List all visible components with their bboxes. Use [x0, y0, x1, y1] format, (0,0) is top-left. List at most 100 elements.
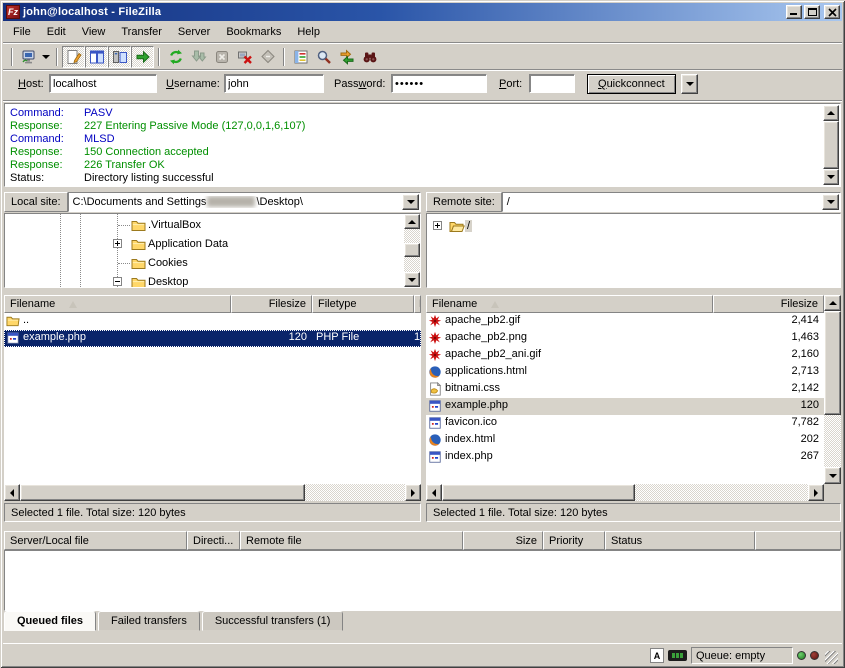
column-header-blank	[755, 531, 841, 550]
toggle-message-log-button[interactable]	[62, 46, 85, 68]
menu-file[interactable]: File	[5, 24, 39, 40]
log-scroll-down-button[interactable]	[823, 169, 839, 185]
transfer-type-indicator[interactable]: A	[650, 648, 664, 663]
column-header-remote-file[interactable]: Remote file	[240, 531, 463, 550]
sort-ascending-icon	[491, 301, 499, 308]
file-row[interactable]: apache_pb2.png 1,463	[426, 330, 824, 347]
file-search-button[interactable]	[312, 46, 335, 68]
collapse-button[interactable]	[113, 277, 122, 286]
column-header-filesize[interactable]: Filesize	[713, 295, 824, 313]
directory-comparison-button[interactable]	[358, 46, 381, 68]
column-header-server-local-file[interactable]: Server/Local file	[4, 531, 187, 550]
reconnect-button[interactable]	[256, 46, 279, 68]
scroll-left-button[interactable]	[4, 484, 20, 501]
port-input[interactable]	[529, 74, 575, 93]
file-row[interactable]: applications.html 2,713	[426, 364, 824, 381]
menu-bookmarks[interactable]: Bookmarks	[218, 24, 289, 40]
remote-path-dropdown[interactable]	[822, 194, 839, 210]
column-header-filesize[interactable]: Filesize	[231, 295, 312, 313]
scrollbar-thumb[interactable]	[404, 243, 420, 257]
local-selection-status: Selected 1 file. Total size: 120 bytes	[4, 503, 421, 522]
menu-edit[interactable]: Edit	[39, 24, 74, 40]
synchronized-browsing-button[interactable]	[335, 46, 358, 68]
activity-led-red	[810, 651, 819, 660]
refresh-button[interactable]	[164, 46, 187, 68]
file-row[interactable]: bitnami.css 2,142	[426, 381, 824, 398]
column-header-filename[interactable]: Filename	[4, 295, 231, 313]
tree-item-root[interactable]: /	[449, 217, 472, 235]
maximize-button[interactable]	[804, 5, 820, 19]
scroll-right-button[interactable]	[808, 484, 824, 501]
file-row[interactable]: apache_pb2_ani.gif 2,160	[426, 347, 824, 364]
log-scrollbar-thumb[interactable]	[823, 121, 839, 169]
title-bar[interactable]: Fz john@localhost - FileZilla	[3, 3, 842, 21]
menu-transfer[interactable]: Transfer	[113, 24, 170, 40]
quickconnect-button[interactable]: Quickconnect	[587, 74, 676, 94]
file-row-parent-directory[interactable]: ..	[4, 313, 421, 330]
scrollbar-thumb[interactable]	[20, 484, 305, 501]
scroll-down-button[interactable]	[824, 467, 841, 484]
image-file-icon	[428, 348, 442, 362]
column-header-filetype[interactable]: Filetype	[312, 295, 414, 313]
log-scroll-up-button[interactable]	[823, 105, 839, 121]
scroll-right-button[interactable]	[405, 484, 421, 501]
username-input[interactable]	[224, 74, 324, 93]
menu-server[interactable]: Server	[170, 24, 218, 40]
local-path-value: C:\Documents and Settings\Desktop\	[73, 196, 303, 208]
host-input[interactable]	[49, 74, 157, 93]
queue-tabs: Queued files Failed transfers Successful…	[4, 611, 345, 631]
column-header-last-modified[interactable]: L	[414, 295, 421, 313]
file-row[interactable]: index.html 202	[426, 432, 824, 449]
folder-icon	[131, 219, 146, 232]
file-row-example-php[interactable]: example.php 120	[426, 398, 824, 415]
scrollbar-thumb[interactable]	[442, 484, 635, 501]
remote-site-label: Remote site:	[426, 192, 502, 212]
local-path-combo[interactable]: C:\Documents and Settings\Desktop\	[68, 192, 421, 212]
remote-site-row: Remote site: /	[426, 192, 841, 212]
scroll-left-button[interactable]	[426, 484, 442, 501]
tab-failed-transfers[interactable]: Failed transfers	[98, 611, 200, 631]
menu-view[interactable]: View	[74, 24, 114, 40]
expand-button[interactable]	[113, 239, 122, 248]
file-row[interactable]: apache_pb2.gif 2,414	[426, 313, 824, 330]
toggle-local-tree-button[interactable]	[85, 46, 108, 68]
scroll-up-button[interactable]	[404, 214, 420, 229]
scroll-down-button[interactable]	[404, 272, 420, 287]
file-row-example-php[interactable]: example.php 120 PHP File 1	[4, 330, 421, 347]
file-row[interactable]: index.php 267	[426, 449, 824, 466]
column-header-priority[interactable]: Priority	[543, 531, 605, 550]
close-button[interactable]	[824, 5, 840, 19]
column-header-direction[interactable]: Directi...	[187, 531, 240, 550]
scroll-up-button[interactable]	[824, 295, 841, 311]
local-path-dropdown[interactable]	[402, 194, 419, 210]
column-header-filename[interactable]: Filename	[426, 295, 713, 313]
tree-item-virtualbox[interactable]: .VirtualBox	[131, 216, 203, 234]
scrollbar-thumb[interactable]	[824, 311, 841, 415]
cancel-button[interactable]	[210, 46, 233, 68]
disconnect-button[interactable]	[233, 46, 256, 68]
tree-item-cookies[interactable]: Cookies	[131, 254, 190, 272]
expand-button[interactable]	[433, 221, 442, 230]
menu-help[interactable]: Help	[289, 24, 328, 40]
tab-successful-transfers[interactable]: Successful transfers (1)	[202, 611, 344, 631]
quickconnect-dropdown[interactable]	[681, 74, 698, 94]
transfer-queue-list[interactable]	[4, 550, 841, 611]
filezilla-app-icon[interactable]: Fz	[6, 5, 20, 19]
toggle-remote-tree-button[interactable]	[108, 46, 131, 68]
column-header-status[interactable]: Status	[605, 531, 755, 550]
column-header-size[interactable]: Size	[463, 531, 543, 550]
remote-path-combo[interactable]: /	[502, 192, 841, 212]
process-queue-button[interactable]	[187, 46, 210, 68]
filter-button[interactable]	[289, 46, 312, 68]
resize-grip[interactable]	[825, 651, 838, 664]
minimize-button[interactable]	[786, 5, 802, 19]
file-row[interactable]: favicon.ico 7,782	[426, 415, 824, 432]
tree-item-application-data[interactable]: Application Data	[131, 235, 230, 253]
tab-queued-files[interactable]: Queued files	[4, 611, 96, 631]
tree-item-desktop[interactable]: Desktop	[131, 273, 190, 288]
site-manager-dropdown[interactable]	[40, 46, 52, 68]
speed-limit-badge[interactable]	[668, 650, 687, 661]
toggle-transfer-queue-button[interactable]	[131, 46, 154, 68]
site-manager-button[interactable]	[17, 46, 40, 68]
password-input[interactable]	[391, 74, 487, 93]
